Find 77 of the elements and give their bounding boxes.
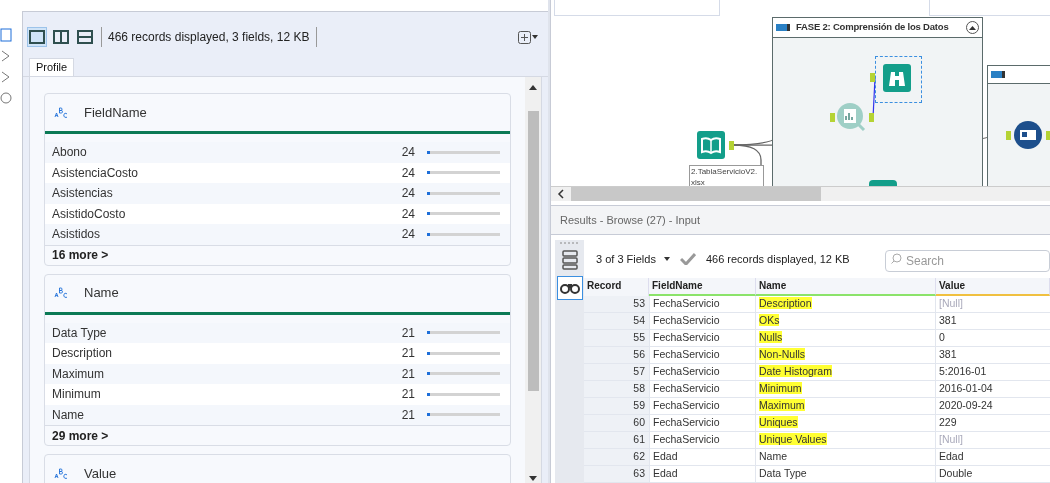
record-number: 62 <box>584 449 649 465</box>
panel-title: Results - Browse (27) - Input <box>551 205 1050 235</box>
value-label: Maximum <box>52 365 105 383</box>
table-cell: OKs <box>759 314 780 326</box>
value-count: 21 <box>400 345 415 363</box>
tab[interactable]: Profile <box>29 58 75 76</box>
value-label: Description <box>52 345 114 363</box>
value-count: 24 <box>400 185 415 203</box>
value-label: Name <box>52 406 85 424</box>
tool-label: 2.TablaServicioV2. xlsx <box>689 165 764 186</box>
value-label: AsistenciaCosto <box>52 164 140 182</box>
table-cell-text: Double <box>938 466 974 481</box>
table-cell: FechaServicio <box>649 381 756 397</box>
table-cell-text: 5:2016-01 <box>938 364 988 379</box>
value-label: Asistidos <box>52 226 102 244</box>
record-number: 53 <box>584 296 649 312</box>
search-field[interactable]: Search <box>885 250 1050 272</box>
value-count: 21 <box>400 386 415 404</box>
table-cell-text: [Null] <box>938 296 964 311</box>
value-label: Abono <box>52 144 88 162</box>
field-title: Name <box>84 284 119 303</box>
value-count: 24 <box>400 226 415 244</box>
table-cell: Date Histogram <box>759 365 832 377</box>
table-cell: Edad <box>649 466 756 482</box>
record-number: 63 <box>584 466 649 482</box>
table-cell: FechaServicio <box>649 415 756 431</box>
table-cell: FechaServicio <box>649 347 756 363</box>
records-summary: 466 records displayed, 3 fields, 12 KB <box>108 29 310 46</box>
table-cell: FechaServicio <box>649 364 756 380</box>
value-label: Data Type <box>52 324 108 342</box>
table-cell-text: Edad <box>938 449 965 464</box>
table-cell-text: 381 <box>938 347 958 362</box>
table-cell-text: 2016-01-04 <box>938 381 994 396</box>
field-title: Value <box>84 464 117 483</box>
table-cell-text: 0 <box>938 330 946 345</box>
table-cell: FechaServicio <box>649 296 756 312</box>
table-cell: Uniques <box>759 416 798 428</box>
field-title: FieldName <box>84 103 147 122</box>
value-count: 24 <box>400 205 415 223</box>
value-count: 21 <box>400 324 415 342</box>
table-cell: Data Type <box>759 467 807 479</box>
record-number: 61 <box>584 432 649 448</box>
table-cell: Non-Nulls <box>759 348 806 360</box>
value-count: 24 <box>400 144 415 162</box>
table-cell: FechaServicio <box>649 330 756 346</box>
records-summary: 466 records displayed, 12 KB <box>705 251 851 267</box>
value-label: AsistidoCosto <box>52 205 127 223</box>
table-cell-text: [Null] <box>938 432 964 447</box>
more-link[interactable]: 29 more > <box>52 426 109 445</box>
table-cell: FechaServicio <box>649 398 756 414</box>
table-cell-text: 229 <box>938 415 958 430</box>
table-cell: Edad <box>649 449 756 465</box>
value-count: 21 <box>400 406 415 424</box>
fields-dropdown[interactable]: 3 of 3 Fields <box>596 250 670 268</box>
table-cell: Description <box>759 297 812 309</box>
more-link[interactable]: 16 more > <box>52 246 109 264</box>
table-cell-text: 2020-09-24 <box>938 398 994 413</box>
record-number: 56 <box>584 347 649 363</box>
table-cell: Name <box>759 450 787 462</box>
value-label: Asistencias <box>52 185 114 203</box>
record-number: 55 <box>584 330 649 346</box>
table-cell-text: 381 <box>938 313 958 328</box>
table-cell: Nulls <box>759 331 783 343</box>
table-cell: Unique Values <box>759 433 827 445</box>
table-cell: Maximum <box>759 399 805 411</box>
table-cell: FechaServicio <box>649 432 756 448</box>
value-count: 21 <box>400 365 415 383</box>
value-label: Minimum <box>52 386 102 404</box>
table-cell: Minimum <box>759 382 802 394</box>
table-cell: FechaServicio <box>649 313 756 329</box>
record-number: 58 <box>584 381 649 397</box>
record-number: 57 <box>584 364 649 380</box>
container-title: FASE 2: Comprensión de los Datos <box>796 20 950 35</box>
record-number: 54 <box>584 313 649 329</box>
value-count: 24 <box>400 164 415 182</box>
record-number: 59 <box>584 398 649 414</box>
record-number: 60 <box>584 415 649 431</box>
